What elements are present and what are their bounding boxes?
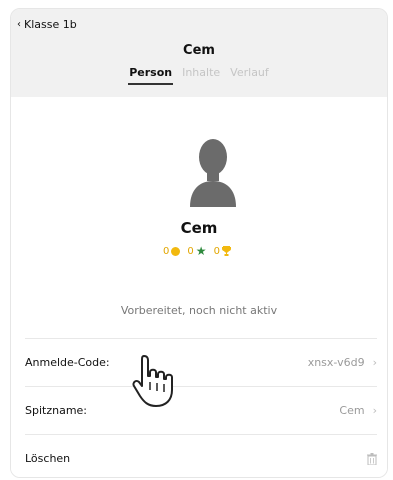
nickname-value-wrap: Cem › xyxy=(339,404,377,417)
login-code-value: xnsx-v6d9 xyxy=(307,356,365,369)
star-count: 0 xyxy=(187,245,194,257)
star-icon: ★ xyxy=(195,244,207,258)
tab-inhalte[interactable]: Inhalte xyxy=(181,66,221,85)
chevron-left-icon: ‹ xyxy=(17,19,21,30)
back-link-label: Klasse 1b xyxy=(24,18,77,31)
stats-bar: 0 0 ★ 0 xyxy=(11,245,387,257)
row-nickname[interactable]: Spitzname: Cem › xyxy=(25,386,377,434)
delete-label: Löschen xyxy=(25,452,71,465)
coin-icon xyxy=(171,246,181,256)
nickname-label: Spitzname: xyxy=(25,404,88,417)
login-code-label: Anmelde-Code: xyxy=(25,356,110,369)
login-code-value-wrap: xnsx-v6d9 › xyxy=(308,356,377,369)
row-login-code[interactable]: Anmelde-Code: xnsx-v6d9 › xyxy=(25,338,377,386)
chevron-right-icon: › xyxy=(372,356,377,369)
coin-stat: 0 xyxy=(163,245,181,257)
tab-person[interactable]: Person xyxy=(128,66,173,85)
trophy-stat: 0 xyxy=(214,246,231,257)
avatar-icon xyxy=(190,139,236,207)
star-stat: 0 ★ xyxy=(187,245,206,257)
trash-icon[interactable] xyxy=(367,452,377,465)
trophy-icon xyxy=(221,246,231,256)
header: ‹ Klasse 1b Cem Person Inhalte Verlauf xyxy=(11,9,387,97)
page-title: Cem xyxy=(183,43,215,58)
back-link[interactable]: ‹ Klasse 1b xyxy=(17,18,77,31)
tab-verlauf[interactable]: Verlauf xyxy=(229,66,270,85)
profile-name: Cem xyxy=(180,219,218,237)
hand-pointer-icon xyxy=(132,355,173,407)
trophy-count: 0 xyxy=(213,245,220,257)
status-text: Vorbereitet, noch nicht aktiv xyxy=(120,304,278,317)
row-delete[interactable]: Löschen xyxy=(25,434,377,477)
chevron-right-icon: › xyxy=(372,404,377,417)
tab-bar: Person Inhalte Verlauf xyxy=(11,66,387,85)
coin-count: 0 xyxy=(163,245,170,257)
app-frame: ‹ Klasse 1b Cem Person Inhalte Verlauf C… xyxy=(10,8,388,478)
nickname-value: Cem xyxy=(339,404,365,417)
